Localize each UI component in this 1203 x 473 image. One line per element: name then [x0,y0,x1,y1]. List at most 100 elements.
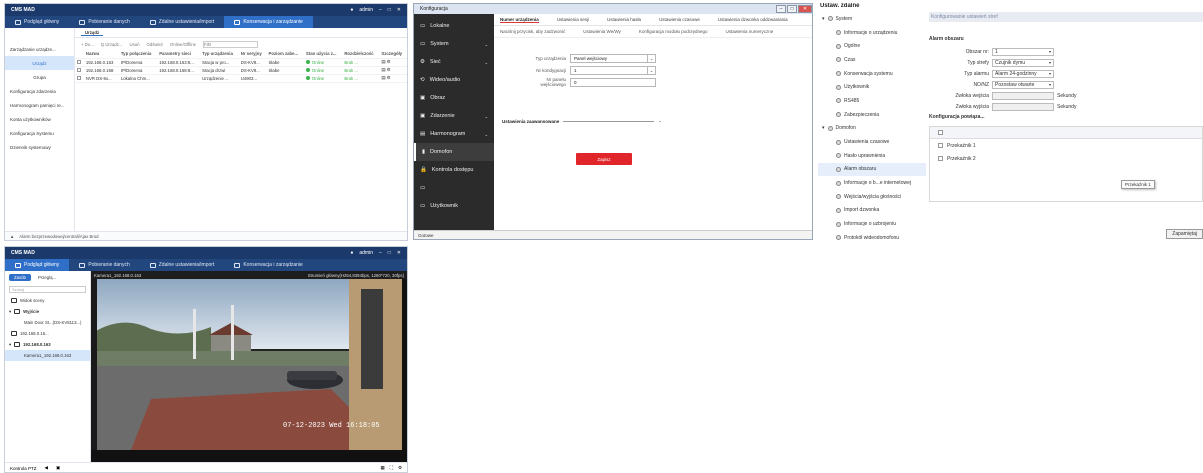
ptz-label[interactable]: Kontrola PTZ [10,466,37,471]
tab-resources[interactable]: Zasób [9,274,31,281]
video-pane[interactable]: Kamera1_192.168.0.163 Strumień główny(H26… [91,271,407,462]
tree-item[interactable]: Informacje o uzbrojeniu [818,217,926,231]
capture-icon[interactable]: ▣ [56,465,60,471]
tree-item[interactable]: Czas [818,53,926,67]
minimize-icon[interactable]: – [776,5,786,13]
field-select[interactable]: Panel wejściowy ⌄ [570,53,656,63]
refresh-button[interactable]: Odśwież [147,42,163,47]
column-header[interactable]: Typ urządzenia [200,50,239,59]
sidebar-item-devices[interactable]: Urządz [5,56,74,70]
config-tab[interactable]: Numer urządzenia [500,17,539,23]
column-header[interactable]: Nazwa [83,50,119,59]
add-button[interactable]: + Do... [81,42,94,47]
settings-icon[interactable]: ⚙ [398,465,402,471]
table-row[interactable]: NVR DS-9x... Lokalna Chm... Urządzenie ...… [75,74,407,83]
config-tab[interactable]: Ustawienia We/Wy [583,29,621,34]
filter-input[interactable]: Filtr [203,40,258,48]
menu-item[interactable]: ▣ Obraz [414,89,494,107]
select-all-checkbox[interactable] [938,130,943,135]
tab-maintenance[interactable]: Konserwacja i zarządzanie [224,259,312,271]
user-icon[interactable]: ● [350,7,353,13]
settings-icon[interactable]: ▤ [381,59,385,64]
maximize-icon[interactable]: □ [787,5,797,13]
tab-download[interactable]: Pobieranie danych [69,16,139,28]
sidebar-item-system-log[interactable]: Dziennik systemowy [5,140,74,154]
tree-item[interactable]: Protokół wideodomofonu [818,231,926,240]
config-tab[interactable]: Ustawienia numeryczne [725,29,773,34]
delete-button[interactable]: Usuń [130,42,140,47]
settings-icon[interactable]: ▤ [381,75,385,80]
config-tab[interactable]: Ustawienia hasła [607,17,641,22]
tree-item[interactable]: Alarm obszaru [818,162,926,177]
tab-remote-settings[interactable]: Zdalne ustawienia/import [140,16,225,28]
tree-item[interactable]: Użytkownik [818,80,926,94]
config-tab[interactable]: Konfiguracja modułu podrzędnego [639,29,708,34]
tree-item[interactable]: ▾ System [818,12,926,26]
tree-item[interactable]: Kamera1_192.168.0.163 [5,350,90,361]
config-tab[interactable]: Ustawienia dzwonka oddzwaniania [718,17,788,22]
tree-item[interactable]: Ogólne [818,39,926,53]
device-search-button[interactable]: Q Urządz... [101,42,123,47]
table-row[interactable]: 192.168.0.163 IP/Domena 192.168.0.163:8...… [75,58,407,67]
sidebar-item-events[interactable]: Konfiguracja zdarzenia [5,84,74,98]
tree-item[interactable]: Hasło uprawnienia [818,149,926,163]
menu-item[interactable]: ▣ Zdarzenie ⌄ [414,107,494,125]
sidebar-item-device-management[interactable]: Zarządzanie urządze... [5,42,74,56]
menu-item[interactable]: ⟲ Wideo/audio [414,71,494,89]
tree-item[interactable]: Widok sceny [5,295,90,306]
tree-item[interactable]: Zabezpieczenia [818,108,926,122]
row-checkbox[interactable] [75,66,84,75]
menu-item[interactable]: ⚙ Sieć ⌄ [414,53,494,71]
menu-item[interactable]: ▤ Harmonogram ⌄ [414,125,494,143]
save-button[interactable]: Zapamiętaj [1166,229,1203,239]
alarm-icon[interactable]: ▲ [10,234,14,239]
relay-row[interactable]: Przekaźnik 1 [930,139,1202,152]
field-input[interactable]: 0 [570,77,656,87]
tree-item[interactable]: Main Door St...(DS-KV8113...) [5,317,90,328]
tree-item[interactable]: Informacje o b...e internetowej [818,176,926,190]
minimize-icon[interactable]: – [379,7,382,13]
column-header[interactable]: Rozdzielczość [342,50,380,59]
field-select[interactable]: Czujnik dymu ▾ [992,58,1054,67]
subtab-devices[interactable]: Urządz [81,30,104,36]
gear-icon[interactable]: ⚙ [387,59,391,64]
config-tab[interactable]: Ustawienia czasowe [659,17,700,22]
account-name[interactable]: admin [359,7,373,13]
menu-item[interactable]: ▮ Domofon [414,143,494,161]
relay-checkbox[interactable] [938,143,943,148]
maximize-icon[interactable]: □ [388,7,391,13]
fullscreen-icon[interactable]: ⛶ [390,465,393,471]
tree-item[interactable]: 192.168.0.16... [5,328,90,339]
table-row[interactable]: 192.168.0.168 IP/Domena 192.168.0.168:8...… [75,66,407,75]
online-offline-filter[interactable]: Online/Offline [170,42,196,47]
tree-item[interactable]: ▾ Domofon [818,122,926,136]
menu-item[interactable]: ▭ Lokalne [414,17,494,35]
tab-download[interactable]: Pobieranie danych [69,259,139,271]
sidebar-item-storage-schedule[interactable]: Harmonogram pamięci re... [5,98,74,112]
menu-item[interactable]: ▭ System ⌄ [414,35,494,53]
tree-item[interactable]: Ustawienia czasowe [818,135,926,149]
tab-main-view[interactable]: Podgląd główny [5,259,70,271]
tree-item[interactable]: ▾ 192.168.0.163 [5,339,90,350]
sidebar-item-accounts[interactable]: Konta użytkowników [5,112,74,126]
field-select[interactable]: Alarm 24-godzinny ▾ [992,69,1054,78]
relay-row[interactable]: Przekaźnik 2 [930,152,1202,165]
gear-icon[interactable]: ⚙ [387,67,391,72]
menu-item[interactable]: ▭ [414,179,494,197]
tree-item[interactable]: RS485 [818,94,926,108]
column-header[interactable]: Parametry sieci [157,50,201,59]
relay-checkbox[interactable] [938,156,943,161]
close-icon[interactable]: ✕ [397,250,401,256]
column-header[interactable]: Szczegóły [379,50,407,59]
column-header[interactable]: Stan użycia z... [303,50,343,59]
config-tab[interactable]: Naciśnij przycisk, aby zadzwonić [500,29,565,34]
column-header[interactable]: Nr seryjny [238,50,267,59]
tree-item[interactable]: Wejścia/wyjścia głośności [818,190,926,204]
advanced-settings[interactable]: Ustawienia zaawansowane ⌄ [502,118,662,124]
tab-preview[interactable]: Przeglą... [33,274,61,281]
user-icon[interactable]: ● [350,250,353,256]
search-input[interactable]: Szukaj [9,286,86,293]
gear-icon[interactable]: ⚙ [387,75,391,80]
tab-maintenance[interactable]: Konserwacja i zarządzanie [224,16,313,28]
close-icon[interactable]: ✕ [798,5,812,13]
